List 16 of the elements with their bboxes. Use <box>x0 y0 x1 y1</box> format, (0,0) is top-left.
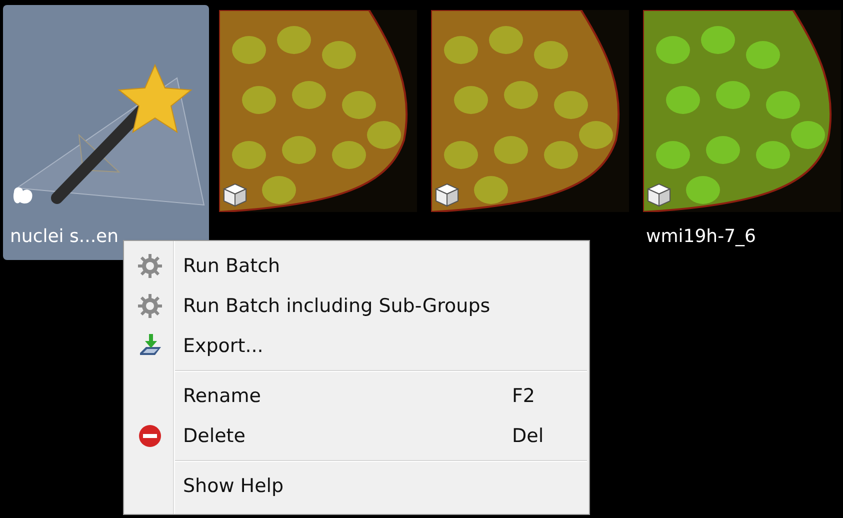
shortcut-label: F2 <box>512 385 536 407</box>
tile[interactable]: wmi19h-7_6 <box>639 5 843 260</box>
menu-item[interactable]: Run Batch including Sub-Groups <box>126 286 587 326</box>
gear-icon <box>136 253 162 279</box>
cube-icon <box>222 182 248 208</box>
tile-label: wmi19h-7_6 <box>645 226 757 247</box>
gear-icon <box>136 293 162 319</box>
menu-item[interactable]: Rename F2 <box>126 376 587 416</box>
menu-item[interactable]: Export... <box>126 326 587 366</box>
tile-label: nuclei s...en <box>9 226 120 247</box>
no-entry-icon <box>136 423 162 449</box>
cube-icon <box>646 182 672 208</box>
shortcut-label: Del <box>512 425 545 447</box>
menu-item[interactable]: Show Help <box>126 466 587 506</box>
cube-icon <box>434 182 460 208</box>
menu-item[interactable]: Delete Del <box>126 416 587 456</box>
